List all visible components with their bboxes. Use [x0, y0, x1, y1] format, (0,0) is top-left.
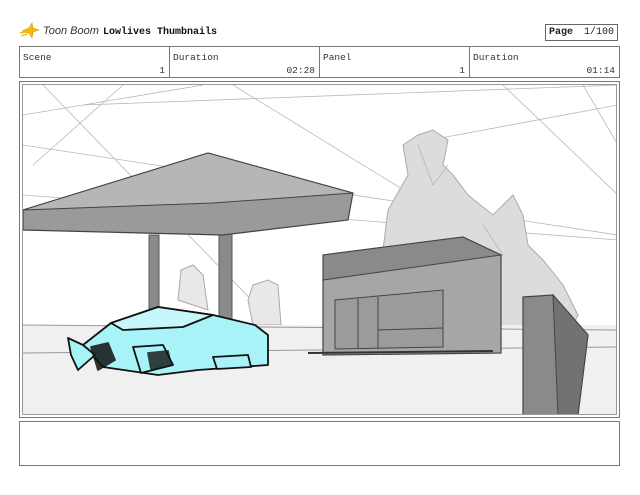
- page-label: Page: [549, 27, 574, 38]
- document-title: Lowlives Thumbnails: [103, 27, 218, 38]
- panel-cell[interactable]: Panel 1: [320, 47, 470, 77]
- page-value: 1/100: [583, 27, 614, 38]
- page-indicator: Page 1/100: [545, 24, 618, 41]
- scene-label: Scene: [23, 52, 52, 63]
- scene-duration-value: 02:28: [286, 65, 315, 76]
- scene-value: 1: [159, 65, 165, 76]
- storyboard-panel[interactable]: [19, 81, 620, 418]
- panel-notes-box[interactable]: [19, 421, 620, 466]
- panel-drawing-area[interactable]: [22, 84, 617, 415]
- gas-station-sketch: [23, 85, 616, 414]
- panel-value: 1: [459, 65, 465, 76]
- panel-metadata-row: Scene 1 Duration 02:28 Panel 1 Duration …: [19, 46, 620, 78]
- scene-cell[interactable]: Scene 1: [20, 47, 170, 77]
- panel-duration-label: Duration: [473, 52, 519, 63]
- car-sketch: [67, 306, 269, 376]
- toon-boom-star-icon: [20, 22, 40, 39]
- panel-duration-value: 01:14: [586, 65, 615, 76]
- logo-text: Toon Boom: [43, 25, 99, 37]
- panel-duration-cell[interactable]: Duration 01:14: [470, 47, 619, 77]
- panel-label: Panel: [323, 52, 352, 63]
- toon-boom-logo: Toon Boom: [20, 22, 99, 40]
- scene-duration-cell[interactable]: Duration 02:28: [170, 47, 320, 77]
- storyboard-header: Toon Boom Lowlives Thumbnails Page 1/100: [0, 0, 640, 46]
- scene-duration-label: Duration: [173, 52, 219, 63]
